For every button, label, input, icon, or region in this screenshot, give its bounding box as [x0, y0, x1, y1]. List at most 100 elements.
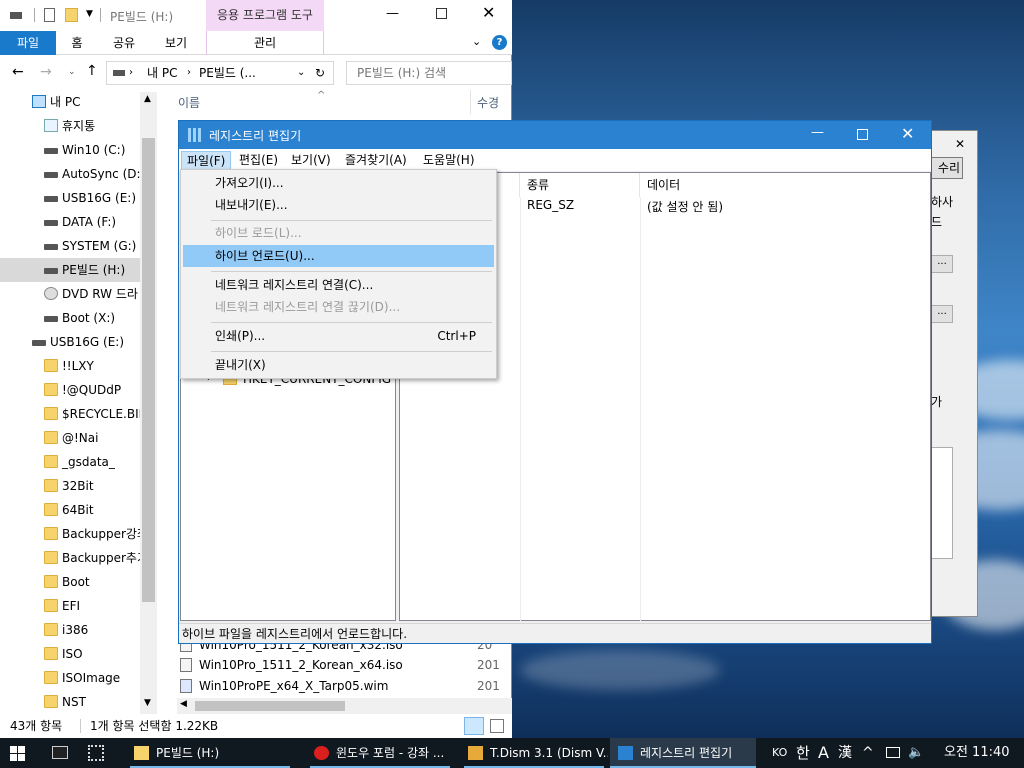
- nav-item[interactable]: DVD RW 드라: [0, 282, 140, 306]
- tray-expand-icon[interactable]: ^: [862, 738, 874, 768]
- menu-item-disconnect-network[interactable]: 네트워크 레지스트리 연결 끊기(D)...: [183, 296, 494, 318]
- ime-mode[interactable]: 한: [796, 738, 810, 768]
- nav-item[interactable]: Win10 (C:): [0, 138, 140, 162]
- repair-button[interactable]: 수리: [931, 157, 963, 179]
- tab-view[interactable]: 보기: [154, 31, 198, 55]
- nav-item[interactable]: !!LXY: [0, 354, 140, 378]
- nav-item[interactable]: 내 PC: [0, 90, 140, 114]
- maximize-button[interactable]: [857, 129, 868, 140]
- close-icon[interactable]: ✕: [955, 137, 965, 151]
- properties-icon[interactable]: [44, 8, 55, 22]
- nav-item[interactable]: ISO: [0, 642, 140, 666]
- column-header-type[interactable]: 종류: [520, 173, 640, 197]
- qat-dropdown-icon[interactable]: ▼: [86, 9, 93, 19]
- breadcrumb-current[interactable]: PE빌드 (...: [199, 62, 256, 84]
- nav-item[interactable]: EFI: [0, 594, 140, 618]
- nav-item[interactable]: NST: [0, 690, 140, 714]
- menu-file[interactable]: 파일(F): [181, 151, 232, 170]
- nav-item[interactable]: AutoSync (D:): [0, 162, 140, 186]
- nav-item[interactable]: USB16G (E:): [0, 186, 140, 210]
- minimize-button[interactable]: —: [811, 125, 824, 140]
- nav-scrollbar[interactable]: ▲ ▼: [140, 92, 157, 714]
- taskbar-app[interactable]: 윈도우 포럼 - 강좌 ...: [306, 738, 454, 768]
- network-icon[interactable]: [886, 747, 900, 758]
- column-header-name[interactable]: 이름: [178, 94, 200, 111]
- ime-alpha[interactable]: A: [818, 738, 829, 768]
- cmd-icon[interactable]: [52, 746, 68, 759]
- column-header-modified[interactable]: 수경: [477, 94, 499, 111]
- nav-item[interactable]: USB16G (E:): [0, 330, 140, 354]
- nav-item[interactable]: !@QUDdP: [0, 378, 140, 402]
- menu-edit[interactable]: 편집(E): [234, 151, 283, 170]
- taskbar-app[interactable]: 레지스트리 편집기: [610, 738, 756, 768]
- nav-item[interactable]: Backupper추기: [0, 546, 140, 570]
- menu-item-exit[interactable]: 끝내기(X): [183, 354, 494, 376]
- nav-item[interactable]: Backupper강좌: [0, 522, 140, 546]
- refresh-icon[interactable]: ↻: [315, 62, 325, 84]
- value-data[interactable]: (값 설정 안 됨): [647, 198, 723, 215]
- menu-item-import[interactable]: 가져오기(I)...: [183, 172, 494, 194]
- ribbon-expand-icon[interactable]: ⌄: [472, 35, 481, 48]
- menu-item-export[interactable]: 내보내기(E)...: [183, 194, 494, 216]
- nav-item[interactable]: i386: [0, 618, 140, 642]
- nav-item[interactable]: 휴지통: [0, 114, 140, 138]
- nav-item[interactable]: $RECYCLE.BIN: [0, 402, 140, 426]
- value-type[interactable]: REG_SZ: [527, 198, 574, 212]
- tab-share[interactable]: 공유: [102, 31, 146, 55]
- nav-item[interactable]: 32Bit: [0, 474, 140, 498]
- nav-item[interactable]: DATA (F:): [0, 210, 140, 234]
- back-arrow-icon[interactable]: ←: [12, 64, 24, 80]
- menu-view[interactable]: 보기(V): [286, 151, 336, 170]
- recent-dropdown-icon[interactable]: ⌄: [68, 67, 76, 77]
- menu-item-unload-hive[interactable]: 하이브 언로드(U)...: [183, 245, 494, 267]
- search-input[interactable]: PE빌드 (H:) 검색: [346, 61, 512, 85]
- folder-icon: [44, 479, 58, 492]
- nav-item[interactable]: Boot: [0, 570, 140, 594]
- nav-item[interactable]: @!Nai: [0, 426, 140, 450]
- nav-item[interactable]: Boot (X:): [0, 306, 140, 330]
- close-button[interactable]: ✕: [482, 3, 495, 22]
- menu-help[interactable]: 도움말(H): [418, 151, 480, 170]
- details-view-icon[interactable]: [464, 717, 484, 735]
- horizontal-scrollbar[interactable]: ◀: [177, 698, 512, 714]
- tab-home[interactable]: 홈: [60, 31, 94, 55]
- task-view-icon[interactable]: [88, 745, 104, 761]
- recycle-bin-icon: [44, 119, 58, 132]
- up-arrow-icon[interactable]: ↑: [86, 63, 98, 79]
- large-icons-view-icon[interactable]: [490, 719, 504, 733]
- address-dropdown-icon[interactable]: ⌄: [297, 62, 305, 84]
- nav-item[interactable]: _gsdata_: [0, 450, 140, 474]
- nav-item[interactable]: ISOImage: [0, 666, 140, 690]
- start-button[interactable]: [10, 746, 25, 761]
- column-header-data[interactable]: 데이터: [640, 173, 932, 197]
- volume-icon[interactable]: 🔈: [908, 738, 924, 768]
- menu-item-print[interactable]: 인쇄(P)... Ctrl+P: [183, 325, 494, 347]
- drive-icon: [44, 196, 58, 202]
- new-folder-icon[interactable]: [65, 8, 78, 22]
- nav-item[interactable]: PE빌드 (H:): [0, 258, 140, 282]
- address-bar[interactable]: › 내 PC › PE빌드 (... ⌄ ↻: [106, 61, 334, 85]
- drive-icon: [10, 12, 22, 19]
- taskbar-app[interactable]: PE빌드 (H:): [126, 738, 294, 768]
- breadcrumb-root[interactable]: 내 PC: [147, 62, 177, 84]
- dialog-text: 하사: [931, 195, 954, 209]
- dialog-textarea[interactable]: [931, 447, 953, 559]
- tab-manage[interactable]: 관리: [206, 31, 324, 55]
- browse-button[interactable]: ...: [931, 255, 953, 273]
- menu-favorites[interactable]: 즐겨찾기(A): [340, 151, 412, 170]
- ime-hanja[interactable]: 漢: [838, 738, 852, 768]
- maximize-button[interactable]: [436, 8, 447, 19]
- tab-file[interactable]: 파일: [0, 31, 56, 55]
- menu-item-load-hive[interactable]: 하이브 로드(L)...: [183, 222, 494, 244]
- help-icon[interactable]: ?: [492, 35, 507, 50]
- close-button[interactable]: ✕: [901, 124, 914, 143]
- nav-item[interactable]: 64Bit: [0, 498, 140, 522]
- browse-button[interactable]: ...: [931, 305, 953, 323]
- menu-item-connect-network[interactable]: 네트워크 레지스트리 연결(C)...: [183, 274, 494, 296]
- forward-arrow-icon[interactable]: →: [40, 64, 52, 80]
- nav-item[interactable]: SYSTEM (G:): [0, 234, 140, 258]
- taskbar-app[interactable]: T.Dism 3.1 (Dism V...: [460, 738, 608, 768]
- clock[interactable]: 오전 11:40: [944, 738, 1010, 768]
- ime-language[interactable]: KO: [772, 738, 787, 768]
- minimize-button[interactable]: —: [386, 6, 399, 21]
